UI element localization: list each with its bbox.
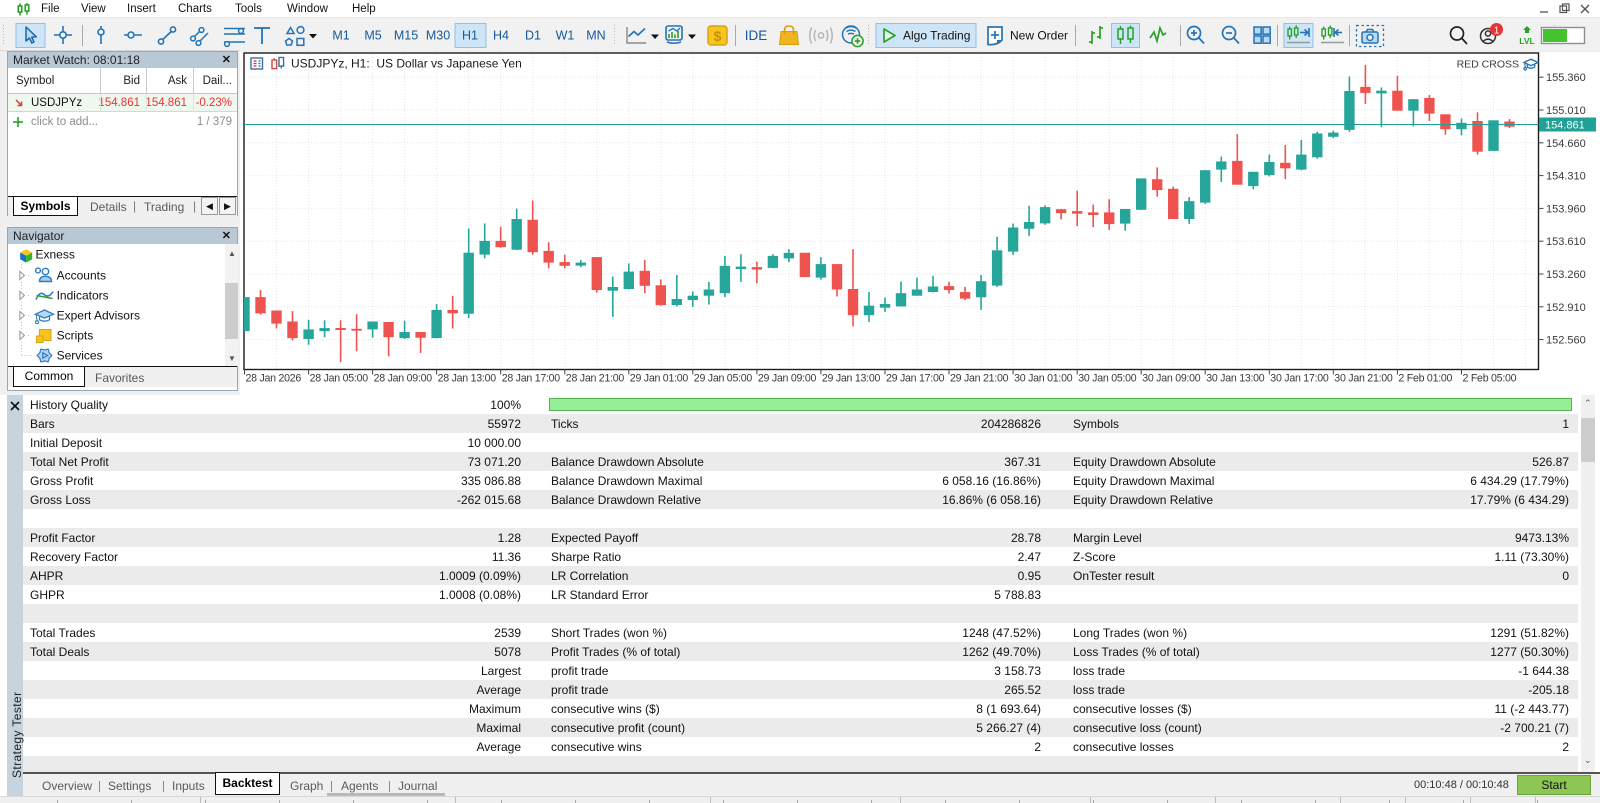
svg-text:155.010: 155.010	[1546, 105, 1586, 117]
svg-text:New Order: New Order	[1010, 29, 1068, 43]
svg-text:D1: D1	[525, 29, 541, 43]
svg-text:30 Jan 21:00: 30 Jan 21:00	[1334, 373, 1393, 385]
svg-text:M15: M15	[394, 29, 418, 43]
svg-text:M1: M1	[332, 29, 349, 43]
svg-text:$: $	[714, 28, 722, 44]
svg-text:30 Jan 01:00: 30 Jan 01:00	[1014, 373, 1073, 385]
svg-text:28 Jan 09:00: 28 Jan 09:00	[374, 373, 433, 385]
svg-text:29 Jan 01:00: 29 Jan 01:00	[630, 373, 689, 385]
svg-text:154.660: 154.660	[1546, 138, 1586, 150]
svg-text:1: 1	[1494, 26, 1500, 37]
svg-text:154.861: 154.861	[1545, 120, 1585, 132]
svg-text:153.960: 153.960	[1546, 203, 1586, 215]
svg-text:Algo Trading: Algo Trading	[903, 29, 970, 43]
svg-text:153.610: 153.610	[1546, 236, 1586, 248]
svg-text:30 Jan 13:00: 30 Jan 13:00	[1206, 373, 1265, 385]
svg-text:2 Feb 05:00: 2 Feb 05:00	[1463, 373, 1517, 385]
svg-text:28 Jan 21:00: 28 Jan 21:00	[566, 373, 625, 385]
svg-text:Scripts: Scripts	[57, 329, 94, 343]
svg-text:MN: MN	[586, 29, 605, 43]
svg-text:Indicators: Indicators	[57, 289, 109, 303]
svg-text:M30: M30	[426, 29, 450, 43]
svg-text:RED CROSS: RED CROSS	[1457, 59, 1519, 71]
svg-text:2 Feb 01:00: 2 Feb 01:00	[1398, 373, 1452, 385]
svg-text:Expert Advisors: Expert Advisors	[57, 309, 140, 323]
svg-text:29 Jan 21:00: 29 Jan 21:00	[950, 373, 1009, 385]
svg-text:152.910: 152.910	[1546, 302, 1586, 314]
svg-text:152.560: 152.560	[1546, 335, 1586, 347]
svg-text:28 Jan 17:00: 28 Jan 17:00	[502, 373, 561, 385]
svg-text:M5: M5	[364, 29, 381, 43]
svg-text:29 Jan 17:00: 29 Jan 17:00	[886, 373, 945, 385]
svg-text:LVL: LVL	[1519, 36, 1534, 46]
svg-text:28 Jan 2026: 28 Jan 2026	[246, 373, 302, 385]
svg-text:Accounts: Accounts	[57, 269, 106, 283]
svg-text:28 Jan 05:00: 28 Jan 05:00	[310, 373, 369, 385]
svg-text:W1: W1	[556, 29, 575, 43]
svg-text:153.260: 153.260	[1546, 269, 1586, 281]
svg-text:IDE: IDE	[745, 28, 768, 43]
svg-text:H1: H1	[462, 29, 478, 43]
svg-text:H4: H4	[493, 29, 509, 43]
svg-text:30 Jan 17:00: 30 Jan 17:00	[1270, 373, 1329, 385]
svg-text:29 Jan 13:00: 29 Jan 13:00	[822, 373, 881, 385]
svg-text:29 Jan 09:00: 29 Jan 09:00	[758, 373, 817, 385]
svg-text:154.310: 154.310	[1546, 171, 1586, 183]
svg-text:30 Jan 05:00: 30 Jan 05:00	[1078, 373, 1137, 385]
svg-text:28 Jan 13:00: 28 Jan 13:00	[438, 373, 497, 385]
svg-text:USDJPYz, H1: US Dollar vs Jap: USDJPYz, H1: US Dollar vs Japanese Yen	[291, 57, 522, 71]
svg-text:30 Jan 09:00: 30 Jan 09:00	[1142, 373, 1201, 385]
svg-text:Exness: Exness	[36, 247, 75, 261]
svg-text:155.360: 155.360	[1546, 72, 1586, 84]
svg-text:Services: Services	[57, 349, 103, 363]
svg-text:29 Jan 05:00: 29 Jan 05:00	[694, 373, 753, 385]
